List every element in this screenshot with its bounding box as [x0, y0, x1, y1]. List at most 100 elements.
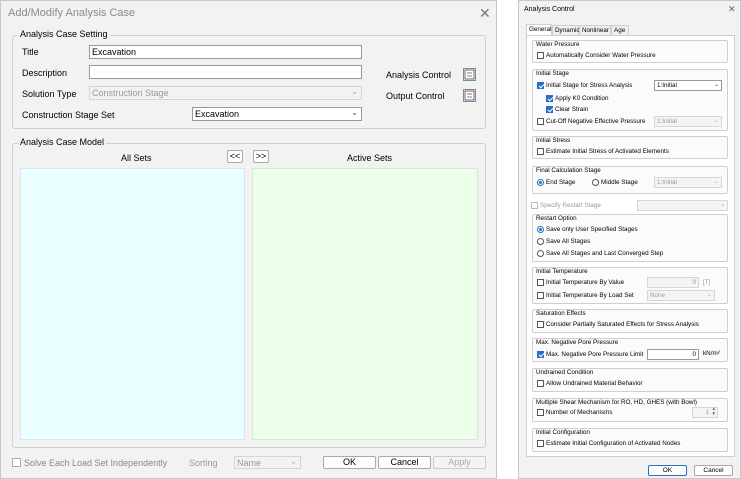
initial-configuration-label: Initial Configuration: [536, 429, 590, 436]
construction-stage-set-label: Construction Stage Set: [22, 110, 115, 120]
pore-pressure-limit-input[interactable]: 0: [647, 349, 699, 360]
close-icon[interactable]: ✕: [479, 5, 491, 22]
analysis-control-dialog: Analysis Control ✕ General Dynamic Nonli…: [518, 0, 741, 479]
cutoff-negative-checkbox[interactable]: [537, 118, 544, 125]
pore-pressure-limit-label: Max. Negative Pore Pressure Limit: [546, 351, 644, 358]
all-sets-list[interactable]: [20, 168, 245, 440]
cancel-button[interactable]: Cancel: [378, 456, 431, 469]
specify-restart-stage-label: Specify Restart Stage: [540, 202, 601, 209]
title-input[interactable]: Excavation: [89, 45, 362, 59]
temperature-by-load-set-label: Initial Temperature By Load Set: [546, 292, 634, 299]
chevron-down-icon: ⌄: [706, 292, 712, 298]
temperature-by-load-set-checkbox[interactable]: [537, 292, 544, 299]
estimate-initial-stress-label: Estimate Initial Stress of Activated Ele…: [546, 148, 669, 155]
close-icon[interactable]: ✕: [728, 4, 736, 15]
solution-type-select[interactable]: Construction Stage ⌄: [89, 86, 362, 100]
restart-option-user-label: Save only User Specified Stages: [546, 226, 638, 233]
sorting-select[interactable]: Name ⌄: [234, 456, 301, 469]
chevron-down-icon: ⌄: [351, 108, 358, 117]
restart-option-converged-label: Save All Stages and Last Converged Step: [546, 250, 664, 257]
temperature-by-value-label: Initial Temperature By Value: [546, 279, 625, 286]
undrained-behavior-label: Allow Undrained Material Behavior: [546, 380, 643, 387]
chevron-down-icon: ⌄: [719, 202, 725, 208]
dialog-title: Add/Modify Analysis Case: [8, 7, 136, 19]
restart-option-radio-all[interactable]: [537, 238, 544, 245]
auto-water-pressure-checkbox[interactable]: [537, 52, 544, 59]
tab-nonlinear[interactable]: Nonlinear: [579, 25, 611, 35]
initial-stage-label: Initial Stage: [536, 70, 569, 77]
chevron-down-icon: ⌄: [290, 457, 297, 466]
temperature-value-input[interactable]: 0: [647, 277, 699, 288]
middle-stage-radio[interactable]: [592, 179, 599, 186]
restart-stage-select[interactable]: ⌄: [637, 200, 728, 211]
partially-saturated-label: Consider Partially Saturated Effects for…: [546, 321, 699, 328]
solution-type-label: Solution Type: [22, 89, 77, 99]
analysis-case-setting-label: Analysis Case Setting: [18, 29, 110, 39]
tab-general[interactable]: General: [526, 24, 552, 35]
initial-stage-select[interactable]: 1:Initial ⌄: [654, 80, 722, 91]
middle-stage-value: 1:Initial: [657, 179, 677, 186]
temperature-unit: [T]: [703, 279, 711, 286]
initial-stage-stress-checkbox[interactable]: [537, 82, 544, 89]
description-input[interactable]: [89, 65, 362, 79]
tab-dynamic[interactable]: Dynamic: [552, 25, 580, 35]
ok-button[interactable]: OK: [323, 456, 376, 469]
pore-pressure-limit-value: 0: [692, 351, 696, 358]
add-modify-analysis-case-dialog: Add/Modify Analysis Case ✕ Analysis Case…: [0, 0, 497, 479]
title-input-value: Excavation: [92, 47, 137, 57]
specify-restart-stage-checkbox[interactable]: [531, 202, 538, 209]
solution-type-value: Construction Stage: [92, 88, 169, 98]
middle-stage-select[interactable]: 1:Initial ⌄: [654, 177, 722, 188]
clear-strain-label: Clear Strain: [555, 106, 589, 113]
middle-stage-label: Middle Stage: [601, 179, 638, 186]
output-control-button[interactable]: [463, 89, 476, 102]
pore-pressure-limit-checkbox[interactable]: [537, 351, 544, 358]
chevron-down-icon: ⌄: [713, 179, 719, 185]
chevron-down-icon: ⌄: [351, 87, 358, 96]
analysis-control-button[interactable]: [463, 68, 476, 81]
active-sets-list[interactable]: [252, 168, 478, 440]
ok-button[interactable]: OK: [648, 465, 687, 476]
end-stage-radio[interactable]: [537, 179, 544, 186]
analysis-case-model-label: Analysis Case Model: [18, 137, 107, 147]
clear-strain-checkbox[interactable]: [546, 106, 553, 113]
estimate-initial-stress-checkbox[interactable]: [537, 148, 544, 155]
construction-stage-set-value: Excavation: [195, 109, 240, 119]
cancel-button[interactable]: Cancel: [694, 465, 733, 476]
number-of-mechanisms-label: Number of Mechanisms: [546, 409, 613, 416]
active-sets-label: Active Sets: [347, 153, 393, 163]
initial-stage-value: 1:Initial: [657, 82, 677, 89]
solve-each-load-set-checkbox[interactable]: [12, 458, 21, 467]
temperature-load-set-select[interactable]: None ⌄: [647, 290, 715, 301]
partially-saturated-checkbox[interactable]: [537, 321, 544, 328]
number-of-mechanisms-stepper[interactable]: 1 ▲ ▼: [692, 406, 718, 418]
temperature-value: 0: [692, 279, 696, 286]
restart-option-radio-converged[interactable]: [537, 250, 544, 257]
temperature-by-value-checkbox[interactable]: [537, 279, 544, 286]
sorting-value: Name: [237, 458, 262, 468]
construction-stage-set-select[interactable]: Excavation ⌄: [192, 107, 362, 121]
number-of-mechanisms-checkbox[interactable]: [537, 409, 544, 416]
tab-age[interactable]: Age: [611, 25, 629, 35]
chevron-down-icon: ⌄: [713, 118, 719, 124]
apply-k0-checkbox[interactable]: [546, 95, 553, 102]
undrained-behavior-checkbox[interactable]: [537, 380, 544, 387]
apply-k0-label: Apply K0 Condition: [555, 95, 609, 102]
saturation-effects-label: Saturation Effects: [536, 310, 586, 317]
auto-water-pressure-label: Automatically Consider Water Pressure: [546, 52, 656, 59]
initial-stage-stress-label: Initial Stage for Stress Analysis: [546, 82, 633, 89]
initial-stress-label: Initial Stress: [536, 137, 571, 144]
cutoff-stage-select[interactable]: 1:Initial ⌄: [654, 116, 722, 127]
restart-option-radio-user[interactable]: [537, 226, 544, 233]
apply-button[interactable]: Apply: [433, 456, 486, 469]
move-left-button[interactable]: <<: [227, 150, 243, 163]
estimate-initial-configuration-label: Estimate Initial Configuration of Activa…: [546, 440, 681, 447]
title-label: Title: [22, 47, 39, 57]
dialog-title: Analysis Control: [524, 6, 575, 13]
cutoff-stage-value: 1:Initial: [657, 118, 677, 125]
move-right-button[interactable]: >>: [253, 150, 269, 163]
stepper-arrows-icon[interactable]: ▲ ▼: [712, 406, 716, 416]
solve-each-load-set-label: Solve Each Load Set Independently: [24, 458, 168, 468]
estimate-initial-configuration-checkbox[interactable]: [537, 440, 544, 447]
shear-mechanism-label: Multiple Shear Mechanism for RO, HD, GHE…: [536, 399, 697, 406]
